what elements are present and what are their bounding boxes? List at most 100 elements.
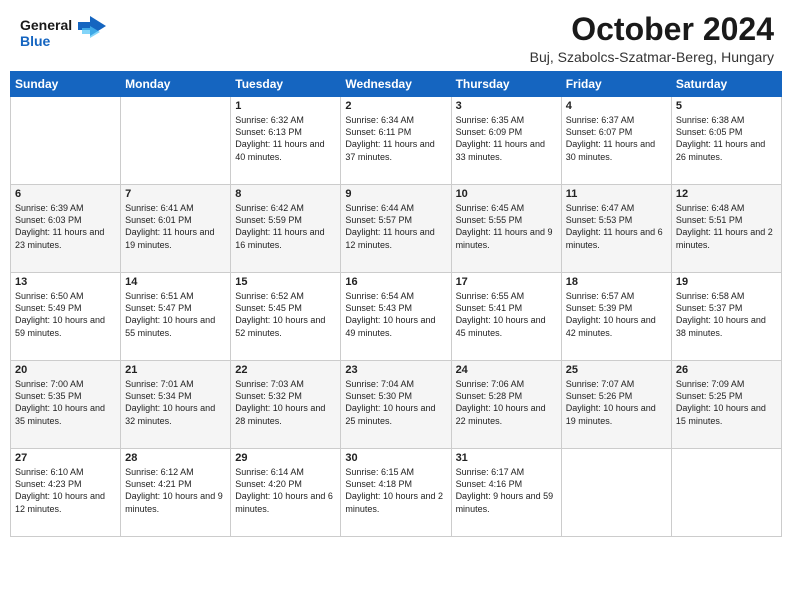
week-row-3: 13Sunrise: 6:50 AMSunset: 5:49 PMDayligh… <box>11 273 782 361</box>
day-number: 22 <box>235 364 336 376</box>
cell-week1-day2: 1 Sunrise: 6:32 AMSunset: 6:13 PMDaylight… <box>231 97 341 185</box>
cell-info-line: Daylight: 10 hours and 25 minutes. <box>345 402 446 426</box>
cell-week5-day1: 28Sunrise: 6:12 AMSunset: 4:21 PMDayligh… <box>121 449 231 537</box>
cell-info-line: Daylight: 10 hours and 49 minutes. <box>345 314 446 338</box>
cell-info-line: Sunset: 5:49 PM <box>15 302 116 314</box>
cell-week2-day5: 11Sunrise: 6:47 AMSunset: 5:53 PMDayligh… <box>561 185 671 273</box>
cell-info-line: Daylight: 10 hours and 35 minutes. <box>15 402 116 426</box>
cell-info-line: Sunrise: 6:45 AM <box>456 202 557 214</box>
day-number: 9 <box>345 188 446 200</box>
cell-info-line: Sunset: 4:20 PM <box>235 478 336 490</box>
cell-info-line: Daylight: 10 hours and 32 minutes. <box>125 402 226 426</box>
cell-info-line: Sunrise: 6:14 AM <box>235 466 336 478</box>
cell-info-line: Sunrise: 6:38 AM <box>676 114 777 126</box>
cell-info-line: Sunrise: 6:48 AM <box>676 202 777 214</box>
day-number: 2 <box>345 100 446 112</box>
cell-info-line: Sunrise: 6:58 AM <box>676 290 777 302</box>
col-tuesday: Tuesday <box>231 72 341 97</box>
cell-info-line: Sunrise: 6:10 AM <box>15 466 116 478</box>
cell-info-line: Daylight: 10 hours and 42 minutes. <box>566 314 667 338</box>
cell-info-line: Daylight: 10 hours and 6 minutes. <box>235 490 336 514</box>
cell-info-line: Daylight: 11 hours and 26 minutes. <box>676 138 777 162</box>
cell-info-line: Sunset: 4:16 PM <box>456 478 557 490</box>
week-row-1: 1Sunrise: 6:32 AMSunset: 6:13 PMDaylight… <box>11 97 782 185</box>
cell-info-line: Sunset: 5:47 PM <box>125 302 226 314</box>
cell-info-line: Sunrise: 7:06 AM <box>456 378 557 390</box>
cell-week3-day2: 15Sunrise: 6:52 AMSunset: 5:45 PMDayligh… <box>231 273 341 361</box>
day-number: 7 <box>125 188 226 200</box>
cell-info-line: Daylight: 11 hours and 9 minutes. <box>456 226 557 250</box>
cell-week4-day6: 26Sunrise: 7:09 AMSunset: 5:25 PMDayligh… <box>671 361 781 449</box>
cell-info-line: Daylight: 10 hours and 55 minutes. <box>125 314 226 338</box>
cell-info-line: Sunrise: 6:34 AM <box>345 114 446 126</box>
cell-info-line: Sunset: 5:34 PM <box>125 390 226 402</box>
cell-info-line: Sunrise: 6:50 AM <box>15 290 116 302</box>
cell-info-line: Daylight: 10 hours and 52 minutes. <box>235 314 336 338</box>
cell-week3-day4: 17Sunrise: 6:55 AMSunset: 5:41 PMDayligh… <box>451 273 561 361</box>
day-number: 15 <box>235 276 336 288</box>
week-row-4: 20Sunrise: 7:00 AMSunset: 5:35 PMDayligh… <box>11 361 782 449</box>
col-thursday: Thursday <box>451 72 561 97</box>
day-number: 11 <box>566 188 667 200</box>
day-number: 21 <box>125 364 226 376</box>
cell-info-line: Sunrise: 6:32 AM <box>235 114 336 126</box>
header: General Blue October 2024 Buj, Szabolcs-… <box>0 0 792 71</box>
day-number: 14 <box>125 276 226 288</box>
cell-week4-day5: 25Sunrise: 7:07 AMSunset: 5:26 PMDayligh… <box>561 361 671 449</box>
logo-area: General Blue <box>18 12 108 59</box>
cell-info-line: Sunset: 5:59 PM <box>235 214 336 226</box>
cell-week3-day6: 19Sunrise: 6:58 AMSunset: 5:37 PMDayligh… <box>671 273 781 361</box>
day-number: 13 <box>15 276 116 288</box>
cell-info-line: Sunrise: 7:04 AM <box>345 378 446 390</box>
cell-week5-day0: 27Sunrise: 6:10 AMSunset: 4:23 PMDayligh… <box>11 449 121 537</box>
cell-week2-day0: 6Sunrise: 6:39 AMSunset: 6:03 PMDaylight… <box>11 185 121 273</box>
cell-week3-day3: 16Sunrise: 6:54 AMSunset: 5:43 PMDayligh… <box>341 273 451 361</box>
cell-week5-day6 <box>671 449 781 537</box>
cell-week4-day3: 23Sunrise: 7:04 AMSunset: 5:30 PMDayligh… <box>341 361 451 449</box>
cell-week3-day1: 14Sunrise: 6:51 AMSunset: 5:47 PMDayligh… <box>121 273 231 361</box>
cell-info-line: Daylight: 11 hours and 2 minutes. <box>676 226 777 250</box>
cell-info-line: Sunrise: 6:47 AM <box>566 202 667 214</box>
cell-info-line: Sunset: 6:13 PM <box>235 126 336 138</box>
cell-info-line: Daylight: 11 hours and 23 minutes. <box>15 226 116 250</box>
day-number: 10 <box>456 188 557 200</box>
cell-info-line: Daylight: 11 hours and 40 minutes. <box>235 138 336 162</box>
week-row-2: 6Sunrise: 6:39 AMSunset: 6:03 PMDaylight… <box>11 185 782 273</box>
cell-info-line: Sunset: 4:18 PM <box>345 478 446 490</box>
day-number: 23 <box>345 364 446 376</box>
cell-week1-day5: 4Sunrise: 6:37 AMSunset: 6:07 PMDaylight… <box>561 97 671 185</box>
cell-info-line: Daylight: 10 hours and 9 minutes. <box>125 490 226 514</box>
day-number: 24 <box>456 364 557 376</box>
cell-week2-day3: 9Sunrise: 6:44 AMSunset: 5:57 PMDaylight… <box>341 185 451 273</box>
cell-info-line: Daylight: 10 hours and 59 minutes. <box>15 314 116 338</box>
cell-info-line: Sunrise: 6:55 AM <box>456 290 557 302</box>
cell-week4-day2: 22Sunrise: 7:03 AMSunset: 5:32 PMDayligh… <box>231 361 341 449</box>
cell-info-line: Daylight: 11 hours and 12 minutes. <box>345 226 446 250</box>
cell-info-line: Sunrise: 6:41 AM <box>125 202 226 214</box>
page: General Blue October 2024 Buj, Szabolcs-… <box>0 0 792 612</box>
cell-info-line: Sunset: 6:07 PM <box>566 126 667 138</box>
cell-info-line: Sunset: 6:09 PM <box>456 126 557 138</box>
cell-week5-day5 <box>561 449 671 537</box>
day-number: 1 <box>235 100 336 112</box>
col-monday: Monday <box>121 72 231 97</box>
cell-week2-day1: 7Sunrise: 6:41 AMSunset: 6:01 PMDaylight… <box>121 185 231 273</box>
svg-text:General: General <box>20 17 72 33</box>
cell-info-line: Sunrise: 6:44 AM <box>345 202 446 214</box>
cell-week4-day0: 20Sunrise: 7:00 AMSunset: 5:35 PMDayligh… <box>11 361 121 449</box>
day-number: 16 <box>345 276 446 288</box>
week-row-5: 27Sunrise: 6:10 AMSunset: 4:23 PMDayligh… <box>11 449 782 537</box>
cell-info-line: Sunset: 5:41 PM <box>456 302 557 314</box>
cell-info-line: Sunrise: 6:57 AM <box>566 290 667 302</box>
title-area: October 2024 Buj, Szabolcs-Szatmar-Bereg… <box>530 12 774 65</box>
cell-week4-day4: 24Sunrise: 7:06 AMSunset: 5:28 PMDayligh… <box>451 361 561 449</box>
cell-info-line: Sunrise: 7:09 AM <box>676 378 777 390</box>
cell-info-line: Sunrise: 6:37 AM <box>566 114 667 126</box>
cell-info-line: Daylight: 10 hours and 2 minutes. <box>345 490 446 514</box>
cell-info-line: Sunrise: 6:54 AM <box>345 290 446 302</box>
cell-week1-day3: 2Sunrise: 6:34 AMSunset: 6:11 PMDaylight… <box>341 97 451 185</box>
location-title: Buj, Szabolcs-Szatmar-Bereg, Hungary <box>530 49 774 65</box>
cell-info-line: Daylight: 11 hours and 33 minutes. <box>456 138 557 162</box>
day-number: 4 <box>566 100 667 112</box>
cell-week1-day6: 5Sunrise: 6:38 AMSunset: 6:05 PMDaylight… <box>671 97 781 185</box>
